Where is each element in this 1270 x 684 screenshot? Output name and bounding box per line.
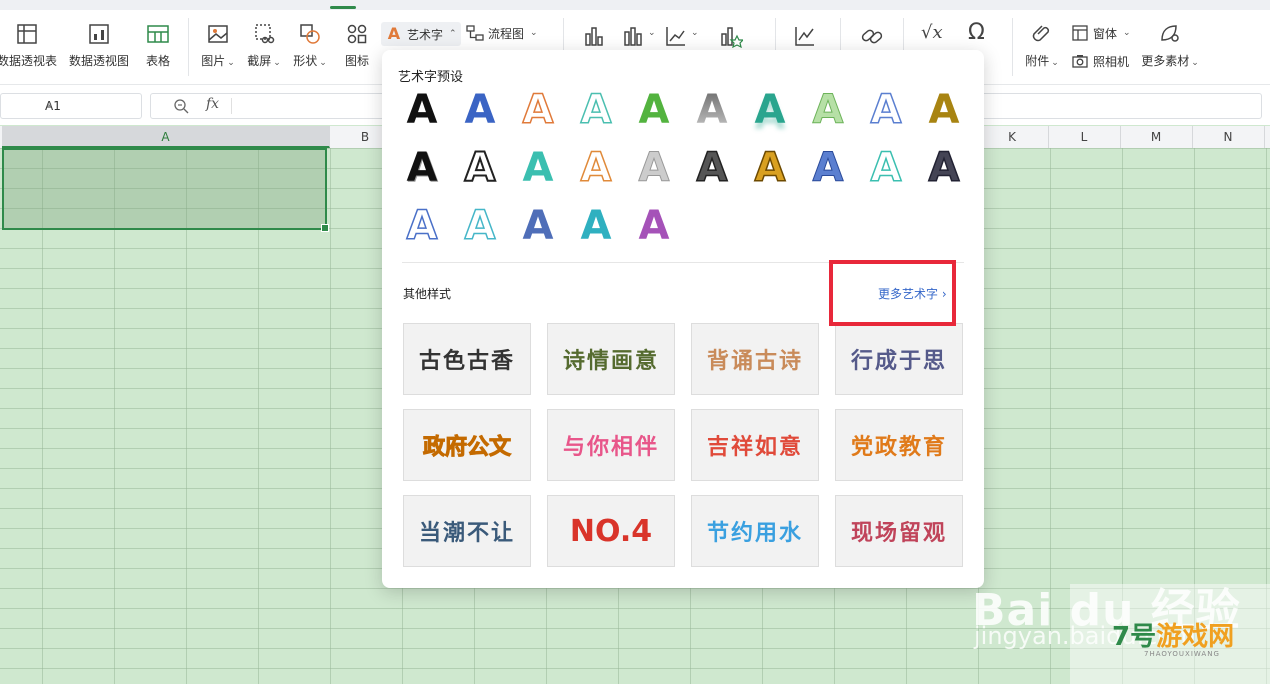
column-chart-icon[interactable] [621,24,645,48]
wordart-preset[interactable]: A [630,86,678,134]
wordart-preset[interactable]: A [572,86,620,134]
scatter-chart-icon[interactable] [664,24,688,48]
wordart-style-tile[interactable]: 诗情画意 [547,323,675,395]
other-styles-label: 其他样式 [403,287,452,301]
wordart-button[interactable]: A 艺术字 ⌃ [381,22,461,46]
attachment-button[interactable]: 附件 ⌄ [1024,22,1060,69]
icon-button[interactable]: 图标 [342,22,372,69]
chevron-down-icon: ⌄ [1051,58,1059,68]
wordart-preset[interactable]: A [688,86,736,134]
chevron-down-icon: ⌄ [1191,58,1199,68]
paperclip-icon [1032,25,1050,42]
picture-icon [208,25,228,43]
column-header-a[interactable]: A [2,126,330,148]
bar-chart-icon[interactable] [582,24,606,48]
screenshot-button[interactable]: 截屏 ⌄ [246,22,282,69]
table-button[interactable]: 表格 [142,22,174,69]
chevron-down-icon: ⌄ [1123,28,1131,38]
wordart-preset[interactable]: A [804,86,852,134]
wordart-icon: A [387,24,401,43]
wordart-preset[interactable]: A [746,144,794,192]
chevron-down-icon: ⌄ [45,98,54,109]
fx-icon[interactable]: fx [206,96,219,112]
wordart-preset[interactable]: A [920,86,968,134]
wordart-style-tile[interactable]: 现场留观 [835,495,963,567]
formula-icon[interactable]: √x [921,22,943,43]
wordart-preset[interactable]: A [746,86,794,134]
form-button[interactable]: 窗体 ⌄ [1071,24,1131,42]
highlight-box [829,260,956,326]
wordart-preset[interactable]: A [398,86,446,134]
wordart-preset[interactable]: A [920,144,968,192]
pivot-chart-button[interactable]: 数据透视图 [68,22,130,69]
wordart-style-tile[interactable]: 党政教育 [835,409,963,481]
camera-icon [1072,55,1088,68]
pivot-table-button[interactable]: 数据透视表 [0,22,58,69]
selected-range[interactable] [2,148,329,232]
wordart-preset[interactable]: A [804,144,852,192]
column-header-k[interactable]: K [976,126,1049,148]
camera-button[interactable]: 照相机 [1071,52,1129,70]
chevron-down-icon[interactable]: ⌄ [648,28,656,38]
active-tab-indicator [330,6,356,9]
wordart-preset[interactable]: A [514,144,562,192]
wordart-preset[interactable]: A [572,144,620,192]
scissors-icon [255,24,275,44]
chevron-down-icon: ⌄ [227,58,235,68]
pivot-table-icon [17,24,37,44]
flowchart-icon [466,25,484,41]
wordart-style-tile[interactable]: 与你相伴 [547,409,675,481]
zoom-icon[interactable] [173,98,189,114]
more-material-button[interactable]: 更多素材 ⌄ [1140,22,1200,69]
wordart-style-tile[interactable]: 节约用水 [691,495,819,567]
wordart-style-tile[interactable]: 政府公文 [403,409,531,481]
picture-button[interactable]: 图片 ⌄ [200,22,236,69]
wordart-preset[interactable]: A [862,86,910,134]
wordart-preset[interactable]: A [630,144,678,192]
wordart-style-tile[interactable]: 吉祥如意 [691,409,819,481]
wordart-preset[interactable]: A [514,202,562,250]
shape-icon [300,24,320,44]
wordart-preset[interactable]: A [688,144,736,192]
material-icon [1161,25,1179,42]
chevron-down-icon[interactable]: ⌄ [691,28,699,38]
shape-button[interactable]: 形状 ⌄ [292,22,328,69]
wordart-style-tile[interactable]: 背诵古诗 [691,323,819,395]
icon-library-icon [347,24,367,44]
link-icon[interactable] [860,24,884,48]
name-box[interactable]: A1 ⌄ [0,93,142,119]
preset-title: 艺术字预设 [398,70,464,85]
wordart-preset[interactable]: A [456,144,504,192]
divider [1012,18,1013,76]
table-icon [147,25,169,43]
column-header-m[interactable]: M [1120,126,1193,148]
pivot-chart-icon [89,24,109,44]
wordart-preset[interactable]: A [456,86,504,134]
chevron-down-icon: ⌄ [319,58,327,68]
wordart-preset[interactable]: A [398,202,446,250]
chart-template-icon[interactable] [719,24,743,48]
wordart-preset[interactable]: A [514,86,562,134]
wordart-preset[interactable]: A [456,202,504,250]
column-header-n[interactable]: N [1192,126,1265,148]
wordart-style-tile[interactable]: 当潮不让 [403,495,531,567]
chevron-up-icon: ⌃ [449,29,457,39]
divider [231,98,232,114]
wordart-style-tile[interactable]: 行成于思 [835,323,963,395]
wordart-style-tile[interactable]: NO.4 [547,495,675,567]
symbol-icon[interactable]: Ω [968,20,985,45]
flowchart-button[interactable]: 流程图 ⌄ [466,24,538,42]
wordart-preset[interactable]: A [398,144,446,192]
wordart-preset[interactable]: A [630,202,678,250]
wordart-preset[interactable]: A [862,144,910,192]
wordart-preset[interactable]: A [572,202,620,250]
form-icon [1072,25,1088,41]
sparkline-icon[interactable] [793,24,817,48]
fill-handle[interactable] [321,224,329,232]
chevron-down-icon: ⌄ [273,58,281,68]
divider [188,18,189,76]
chevron-down-icon: ⌄ [530,28,538,38]
column-header-l[interactable]: L [1048,126,1121,148]
wordart-style-tile[interactable]: 古色古香 [403,323,531,395]
